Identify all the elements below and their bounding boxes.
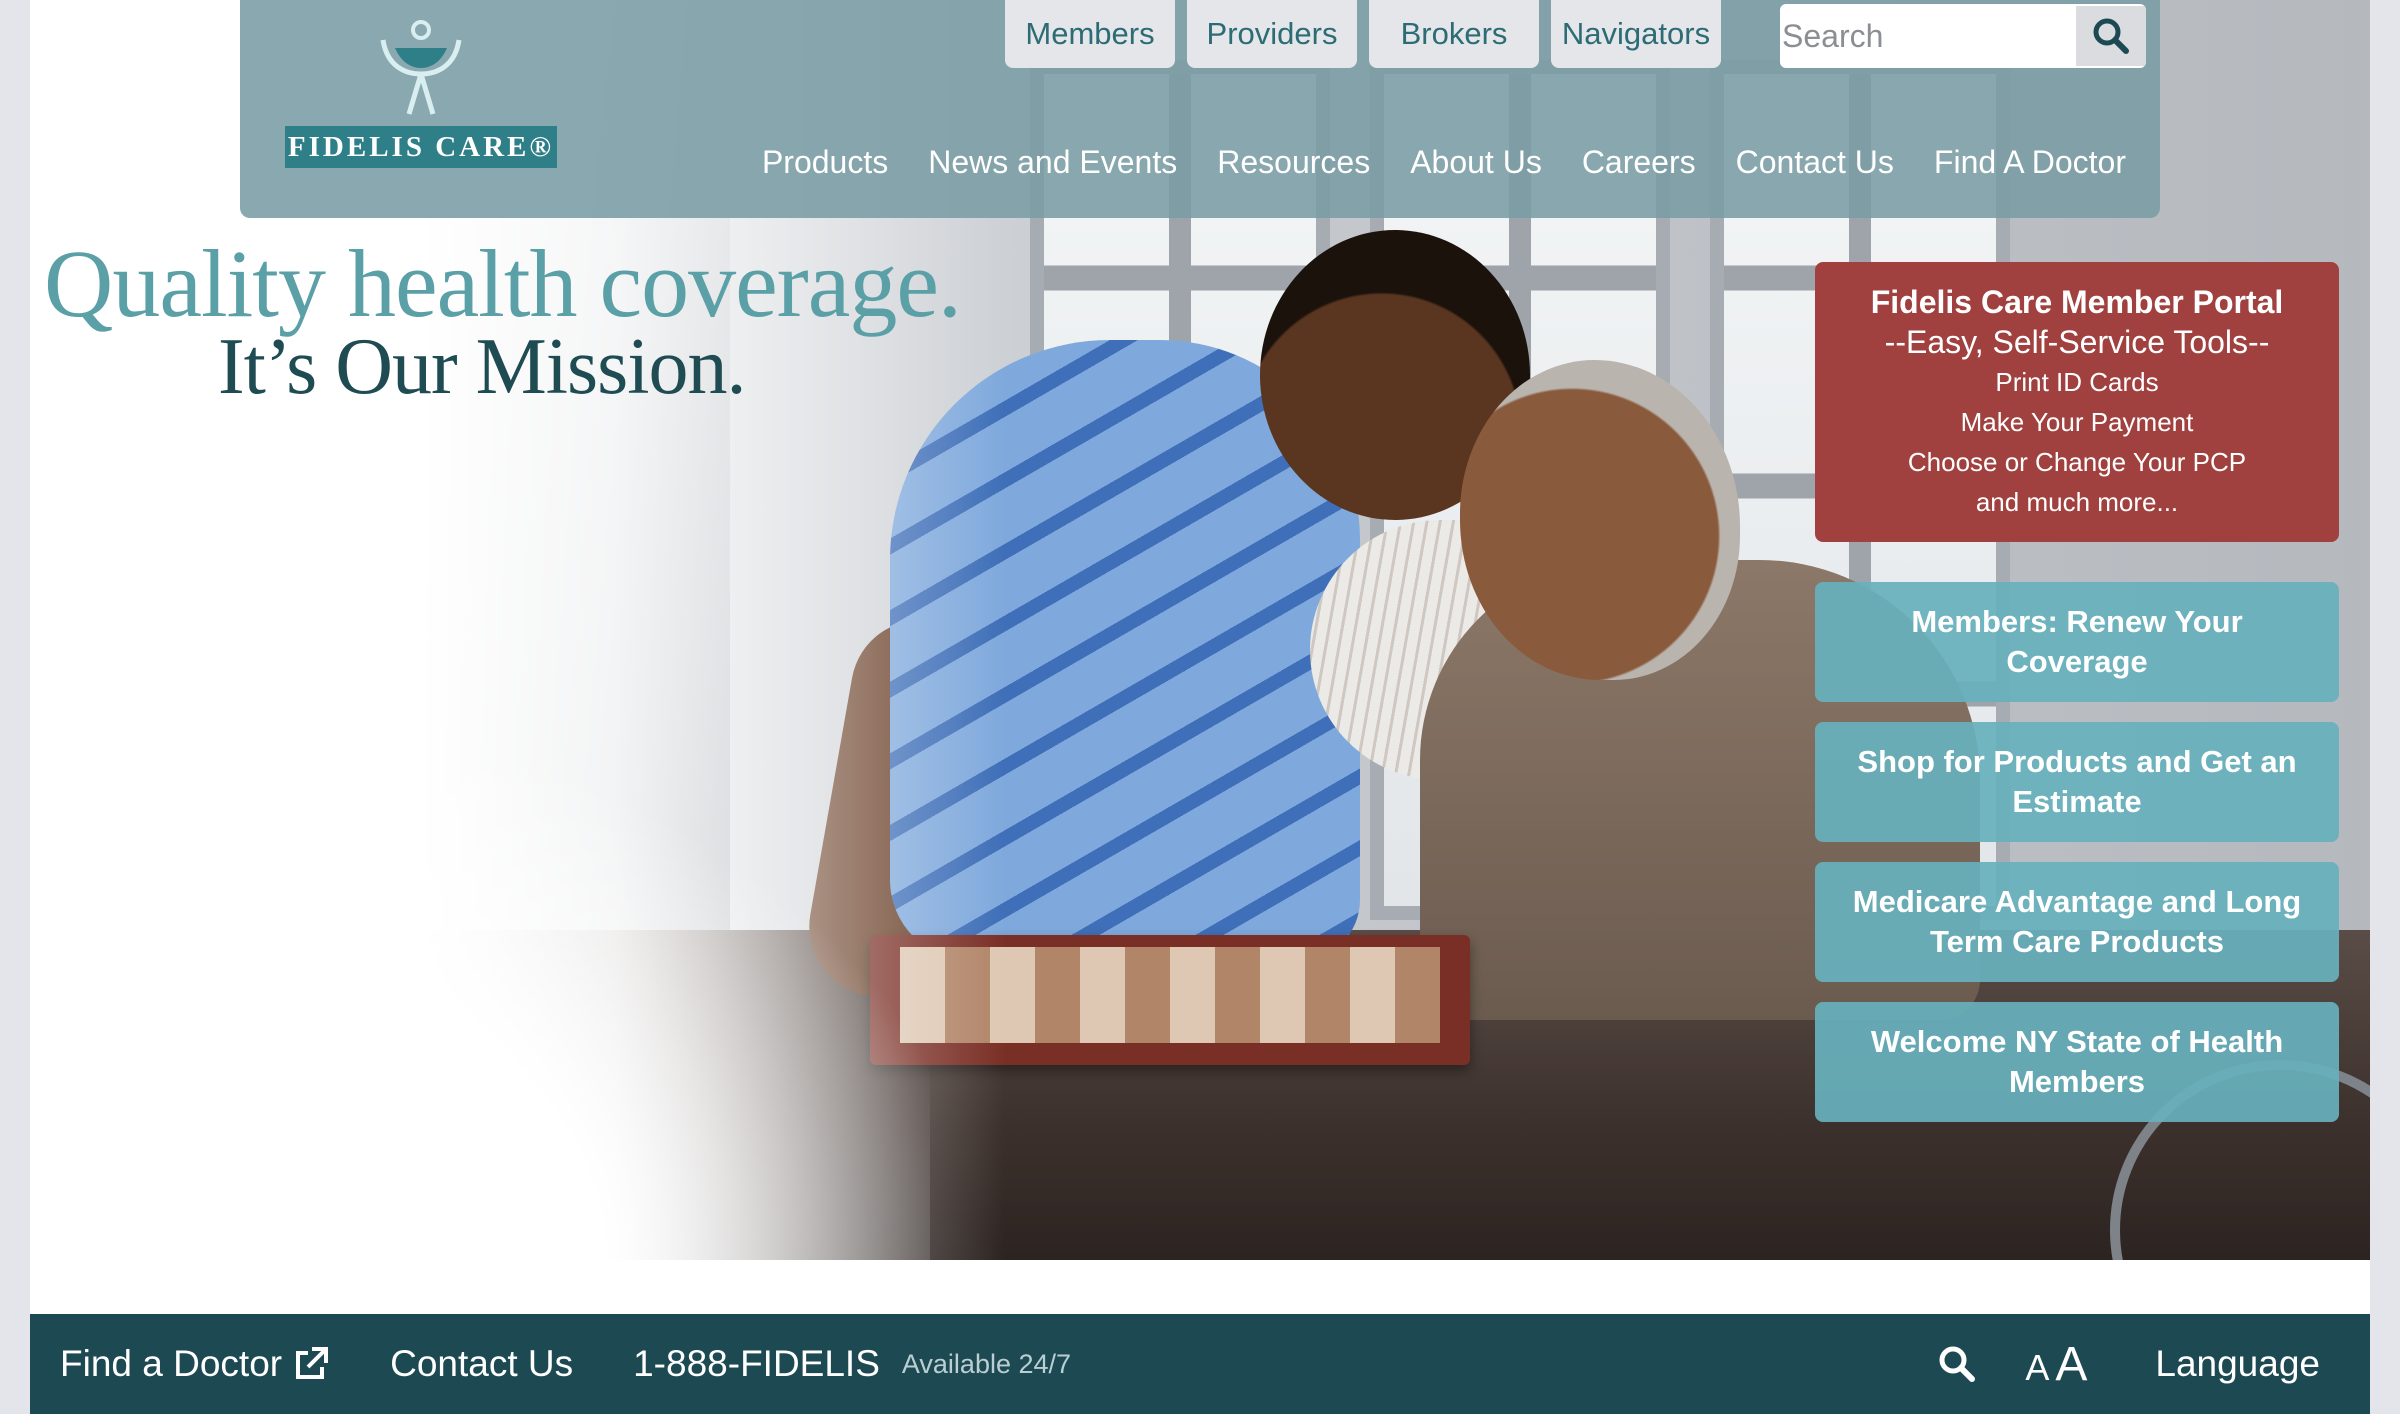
member-portal-card[interactable]: Fidelis Care Member Portal --Easy, Self-… (1815, 262, 2339, 542)
footer-find-a-doctor[interactable]: Find a Doctor (60, 1343, 330, 1385)
nav-resources[interactable]: Resources (1217, 144, 1370, 181)
cta-label: Medicare Advantage and Long Term Care Pr… (1852, 884, 2302, 959)
fidelis-figure-logo-icon (380, 20, 462, 115)
nav-members[interactable]: Members (1005, 0, 1175, 68)
nav-providers[interactable]: Providers (1187, 0, 1357, 68)
footer-bar: Find a Doctor Contact Us 1-888-FIDELIS A… (30, 1314, 2370, 1414)
footer-search-button[interactable] (1937, 1344, 1977, 1384)
search-box (1780, 4, 2146, 68)
audience-nav: Members Providers Brokers Navigators (1005, 0, 1721, 68)
nav-find-a-doctor[interactable]: Find A Doctor (1934, 144, 2126, 181)
footer-phone[interactable]: 1-888-FIDELIS Available 24/7 (633, 1343, 1071, 1385)
main-nav: Products News and Events Resources About… (762, 144, 2126, 181)
cta-label: Welcome NY State of Health Members (1870, 1024, 2284, 1099)
text-size-control[interactable]: A A (2025, 1337, 2087, 1392)
search-button[interactable] (2076, 6, 2146, 66)
footer-phone-number: 1-888-FIDELIS (633, 1343, 880, 1384)
language-selector[interactable]: Language (2155, 1343, 2320, 1385)
nav-careers[interactable]: Careers (1582, 144, 1696, 181)
footer-contact-us[interactable]: Contact Us (390, 1343, 573, 1385)
nav-contact-us[interactable]: Contact Us (1736, 144, 1894, 181)
logo-wordmark: FIDELIS CARE® (285, 126, 557, 168)
portal-line: and much more... (1975, 487, 2179, 517)
text-size-small[interactable]: A (2025, 1347, 2049, 1389)
external-link-icon (296, 1347, 329, 1379)
shop-products-button[interactable]: Shop for Products and Get an Estimate (1815, 722, 2339, 842)
footer-find-a-doctor-label: Find a Doctor (60, 1343, 283, 1384)
medicare-advantage-button[interactable]: Medicare Advantage and Long Term Care Pr… (1815, 862, 2339, 982)
portal-line: Print ID Cards (1995, 367, 2159, 397)
portal-title: Fidelis Care Member Portal (1870, 284, 2284, 320)
site-header: FIDELIS CARE® Members Providers Brokers … (240, 0, 2160, 218)
nav-news-and-events[interactable]: News and Events (928, 144, 1177, 181)
search-icon (2093, 18, 2129, 54)
nav-navigators[interactable]: Navigators (1551, 0, 1721, 68)
fidelis-logo[interactable]: FIDELIS CARE® (285, 18, 557, 170)
portal-subtitle: --Easy, Self-Service Tools-- (1884, 324, 2270, 360)
cta-label: Members: Renew Your Coverage (1911, 604, 2243, 679)
page: Quality health coverage. It’s Our Missio… (30, 0, 2370, 1414)
ny-state-of-health-button[interactable]: Welcome NY State of Health Members (1815, 1002, 2339, 1122)
portal-line: Make Your Payment (1960, 407, 2194, 437)
search-input[interactable] (1780, 6, 2074, 66)
nav-about-us[interactable]: About Us (1410, 144, 1542, 181)
nav-brokers[interactable]: Brokers (1369, 0, 1539, 68)
nav-products[interactable]: Products (762, 144, 888, 181)
search-icon (1939, 1346, 1976, 1382)
text-size-large[interactable]: A (2055, 1337, 2087, 1392)
tagline-line2: It’s Our Mission. (218, 323, 746, 411)
portal-line: Choose or Change Your PCP (1907, 447, 2247, 477)
footer-availability: Available 24/7 (901, 1348, 1072, 1379)
renew-coverage-button[interactable]: Members: Renew Your Coverage (1815, 582, 2339, 702)
cta-label: Shop for Products and Get an Estimate (1857, 744, 2297, 819)
